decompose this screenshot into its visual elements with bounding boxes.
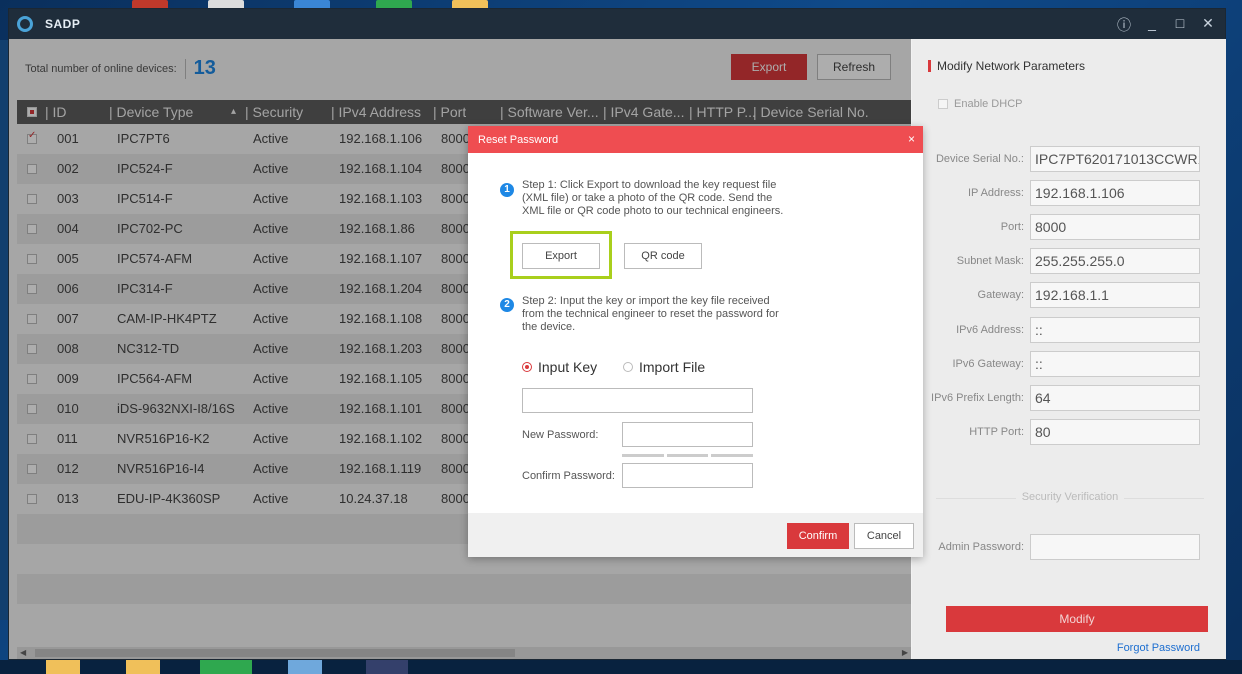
new-password-input[interactable]: [622, 422, 753, 447]
field-label: IPv6 Gateway:: [952, 358, 1024, 370]
key-input[interactable]: [522, 388, 753, 413]
modify-button[interactable]: Modify: [946, 606, 1208, 632]
step2-instructions: Step 2: Input the key or import the key …: [522, 295, 779, 333]
field-input[interactable]: 80: [1030, 419, 1200, 445]
info-icon[interactable]: ⓘ: [1117, 15, 1131, 35]
network-field-row: Gateway: 192.168.1.1: [978, 282, 1200, 308]
panel-title: Modify Network Parameters: [928, 59, 1085, 73]
new-password-label: New Password:: [522, 429, 599, 441]
maximize-icon[interactable]: □: [1173, 15, 1187, 35]
close-icon[interactable]: ✕: [1201, 15, 1215, 35]
taskbar-app-icon[interactable]: [288, 660, 322, 674]
dialog-title: Reset Password: [478, 133, 559, 146]
field-label: Subnet Mask:: [956, 255, 1024, 267]
step1-instructions: Step 1: Click Export to download the key…: [522, 179, 784, 217]
desktop-icon-strip: [0, 40, 8, 620]
field-label: Port:: [1000, 221, 1024, 233]
title-accent-bar: [928, 60, 931, 72]
network-field-row: IP Address: 192.168.1.106: [968, 180, 1200, 206]
field-input[interactable]: 8000: [1030, 214, 1200, 240]
dialog-close-icon[interactable]: ×: [908, 132, 915, 146]
field-input[interactable]: 64: [1030, 385, 1200, 411]
dialog-export-button[interactable]: Export: [522, 243, 600, 269]
field-input[interactable]: ::: [1030, 317, 1200, 343]
field-input[interactable]: ::: [1030, 351, 1200, 377]
reset-password-dialog: Reset Password × 1 Step 1: Click Export …: [468, 126, 923, 557]
window-controls: ⓘ _ □ ✕: [1117, 15, 1215, 35]
field-input[interactable]: 192.168.1.1: [1030, 282, 1200, 308]
minimize-icon[interactable]: _: [1145, 15, 1159, 35]
radio-dot: [623, 362, 633, 372]
field-label: IP Address:: [967, 187, 1024, 199]
field-label: Gateway:: [977, 289, 1024, 301]
field-label: IPv6 Prefix Length:: [931, 392, 1024, 404]
title-bar[interactable]: SADP ⓘ _ □ ✕: [9, 9, 1225, 39]
sadp-window: SADP ⓘ _ □ ✕ Total number of online devi…: [8, 8, 1226, 660]
taskbar-app-icon[interactable]: [366, 660, 408, 674]
network-field-row: Subnet Mask: 255.255.255.0: [957, 248, 1200, 274]
import-file-radio[interactable]: Import File: [623, 359, 705, 375]
field-label: Device Serial No.:: [935, 153, 1024, 165]
taskbar-app-icon[interactable]: [200, 660, 252, 674]
confirm-password-input[interactable]: [622, 463, 753, 488]
field-input[interactable]: IPC7PT620171013CCWR11(: [1030, 146, 1200, 172]
confirm-password-label: Confirm Password:: [522, 470, 615, 482]
radio-dot: [522, 362, 532, 372]
qr-code-button[interactable]: QR code: [624, 243, 702, 269]
modify-network-panel: Modify Network Parameters Enable DHCP De…: [912, 39, 1226, 659]
confirm-button[interactable]: Confirm: [787, 523, 849, 549]
network-field-row: Port: 8000: [1001, 214, 1200, 240]
network-field-row: IPv6 Gateway:::: [952, 351, 1200, 377]
forgot-password-link[interactable]: Forgot Password: [1117, 642, 1200, 654]
field-input[interactable]: 192.168.1.106: [1030, 180, 1200, 206]
checkbox-box[interactable]: [938, 99, 948, 109]
field-label: IPv6 Address:: [956, 324, 1024, 336]
field-label: HTTP Port:: [969, 426, 1024, 438]
admin-password-row: Admin Password:: [938, 534, 1200, 560]
password-strength-meter: [622, 454, 754, 457]
dialog-header: Reset Password ×: [468, 126, 923, 153]
sadp-logo-icon: [17, 16, 33, 32]
admin-password-input[interactable]: [1030, 534, 1200, 560]
cancel-button[interactable]: Cancel: [854, 523, 914, 549]
field-input[interactable]: 255.255.255.0: [1030, 248, 1200, 274]
taskbar-folder-icon[interactable]: [126, 660, 160, 674]
admin-password-label: Admin Password:: [938, 541, 1024, 553]
step1-badge: 1: [500, 183, 514, 197]
input-key-radio[interactable]: Input Key: [522, 359, 597, 375]
network-field-row: Device Serial No.: IPC7PT620171013CCWR11(: [936, 146, 1200, 172]
network-field-row: HTTP Port: 80: [969, 419, 1200, 445]
taskbar-folder-icon[interactable]: [46, 660, 80, 674]
security-verification-divider: Security Verification: [936, 491, 1204, 503]
enable-dhcp-checkbox[interactable]: Enable DHCP: [938, 98, 1022, 110]
taskbar: [0, 660, 1242, 674]
app-title: SADP: [45, 17, 81, 31]
network-field-row: IPv6 Prefix Length: 64: [931, 385, 1200, 411]
step2-badge: 2: [500, 298, 514, 312]
network-field-row: IPv6 Address:::: [956, 317, 1200, 343]
